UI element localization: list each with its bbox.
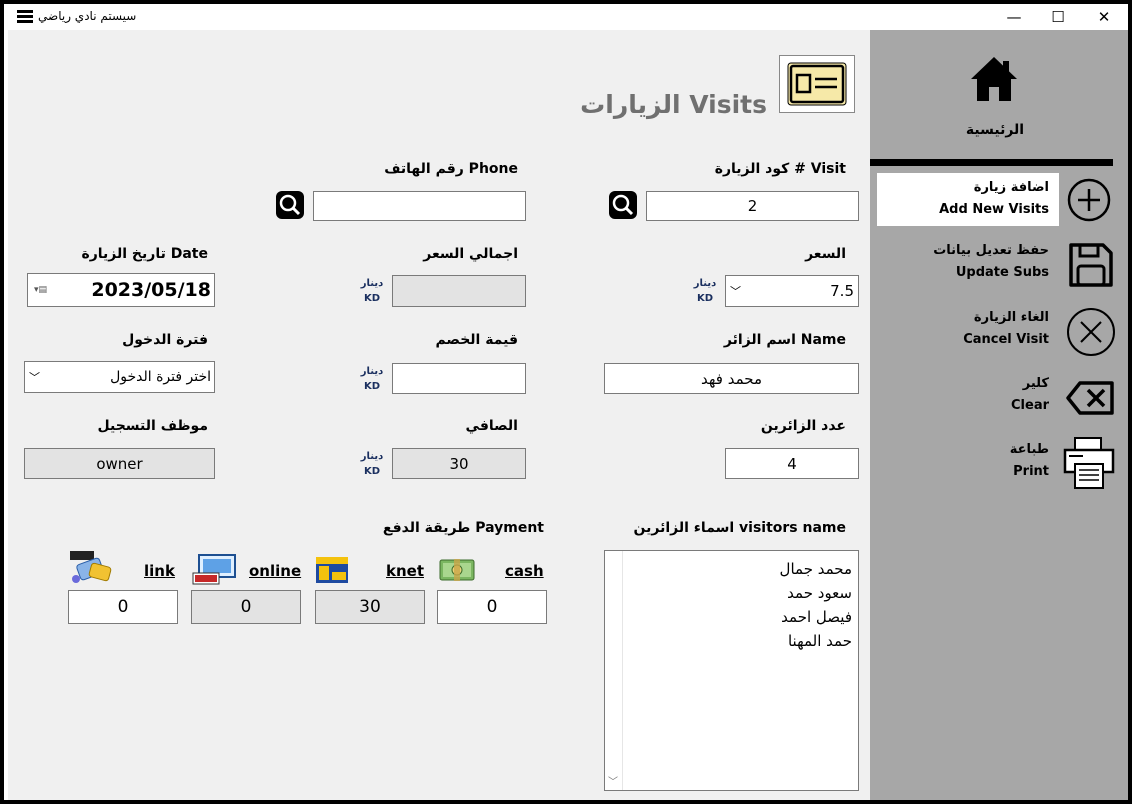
visitor-name-label: اسم الزائر Name	[723, 332, 846, 348]
discount-field[interactable]	[392, 363, 526, 394]
add-circle-icon[interactable]	[1066, 177, 1112, 227]
visit-date-picker[interactable]: ▾▤ 2023/05/18	[27, 273, 215, 307]
visitors-names-textarea[interactable]: ﹀ محمد جمال سعود حمد فيصل احمد حمد المهنا	[604, 550, 859, 791]
page-title: الزيارات Visits	[580, 90, 767, 119]
online-icon	[191, 553, 237, 585]
sidebar: الرئيسية اضافة زيارة Add New Visits حفظ ت…	[870, 30, 1128, 800]
home-icon	[971, 57, 1017, 101]
cancel-circle-icon[interactable]	[1066, 307, 1116, 361]
maximize-button[interactable]: ☐	[1038, 6, 1078, 28]
visitor-name-item: فيصل احمد	[781, 608, 852, 626]
visit-code-label: كود الزيارة # Visit	[714, 161, 846, 177]
visitor-count-field[interactable]: 4	[725, 448, 859, 479]
knet-icon	[316, 557, 348, 583]
save-icon[interactable]	[1068, 242, 1114, 292]
online-field[interactable]: 0	[191, 590, 301, 624]
total-price-currency: دينار KD	[360, 278, 384, 304]
price-currency: دينار KD	[693, 278, 717, 304]
app-window: سيستم نادي رياضي — ☐ ✕ الزيارات Visits ك…	[4, 4, 1128, 800]
visitor-name-field[interactable]: محمد فهد	[604, 363, 859, 394]
phone-field[interactable]	[313, 191, 526, 221]
visitor-name-item: محمد جمال	[779, 560, 852, 578]
main-content: الزيارات Visits كود الزيارة # Visit 2 رق…	[8, 30, 870, 800]
net-field: 30	[392, 448, 526, 479]
chevron-down-icon: ﹀	[29, 371, 40, 384]
minimize-button[interactable]: —	[994, 6, 1034, 28]
cash-label[interactable]: cash	[505, 562, 544, 580]
link-icon	[70, 551, 114, 585]
entry-period-label: فترة الدخول	[122, 332, 208, 348]
price-label: السعر	[805, 246, 846, 262]
knet-field[interactable]: 30	[315, 590, 425, 624]
knet-label[interactable]: knet	[386, 562, 424, 580]
cash-field[interactable]: 0	[437, 590, 547, 624]
visitors-names-label: اسماء الزائرين visitors name	[633, 520, 846, 536]
search-icon	[612, 194, 634, 216]
price-select[interactable]: ﹀ 7.5	[725, 275, 859, 307]
visit-card-icon	[779, 55, 855, 113]
payment-label: طريقة الدفع Payment	[382, 520, 544, 536]
home-label[interactable]: الرئيسية	[870, 122, 1128, 138]
link-field[interactable]: 0	[68, 590, 178, 624]
title-bar: سيستم نادي رياضي — ☐ ✕	[4, 4, 1128, 30]
cash-icon	[439, 557, 475, 583]
update-subs-button[interactable]: حفظ تعديل بيانات Update Subs	[933, 240, 1049, 284]
visit-code-field[interactable]: 2	[646, 191, 859, 221]
link-label[interactable]: link	[144, 562, 175, 580]
entry-period-select[interactable]: ﹀ اختر فترة الدخول	[24, 361, 215, 393]
window-title: سيستم نادي رياضي	[38, 9, 137, 23]
discount-label: قيمة الخصم	[435, 332, 518, 348]
visit-date-label: تاريخ الزيارة Date	[81, 246, 208, 262]
menu-icon[interactable]	[17, 10, 33, 23]
visitor-name-item: حمد المهنا	[787, 632, 852, 650]
phone-label: رقم الهاتف Phone	[384, 161, 518, 177]
calendar-dropdown-icon[interactable]: ▾▤	[34, 285, 47, 295]
visitor-name-item: سعود حمد	[787, 584, 852, 602]
visit-search-button[interactable]	[609, 191, 637, 219]
net-currency: دينار KD	[360, 451, 384, 477]
phone-search-button[interactable]	[276, 191, 304, 219]
visitor-count-label: عدد الزائرين	[760, 418, 846, 434]
printer-icon[interactable]	[1063, 436, 1115, 494]
net-label: الصافي	[465, 418, 518, 434]
add-visit-button[interactable]: اضافة زيارة Add New Visits	[877, 173, 1059, 226]
print-button[interactable]: طباعة Print	[1010, 439, 1049, 483]
add-visit-label: اضافة زيارة Add New Visits	[939, 180, 1049, 217]
total-price-field	[392, 275, 526, 307]
online-label[interactable]: online	[249, 562, 301, 580]
backspace-clear-icon[interactable]	[1066, 380, 1116, 420]
reg-employee-field: owner	[24, 448, 215, 479]
reg-employee-label: موظف التسجيل	[97, 418, 209, 434]
close-button[interactable]: ✕	[1084, 6, 1124, 28]
total-price-label: اجمالي السعر	[423, 246, 518, 262]
scrollbar[interactable]: ﹀	[605, 551, 623, 790]
chevron-down-icon[interactable]: ﹀	[608, 773, 618, 788]
chevron-down-icon: ﹀	[730, 285, 741, 298]
cancel-visit-button[interactable]: الغاء الزيارة Cancel Visit	[963, 307, 1049, 351]
search-icon	[279, 194, 301, 216]
discount-currency: دينار KD	[360, 366, 384, 392]
home-button[interactable]	[969, 55, 1019, 107]
sidebar-divider	[870, 159, 1113, 166]
clear-button[interactable]: كلير Clear	[1011, 373, 1049, 417]
visitors-list: محمد جمال سعود حمد فيصل احمد حمد المهنا	[780, 557, 852, 653]
